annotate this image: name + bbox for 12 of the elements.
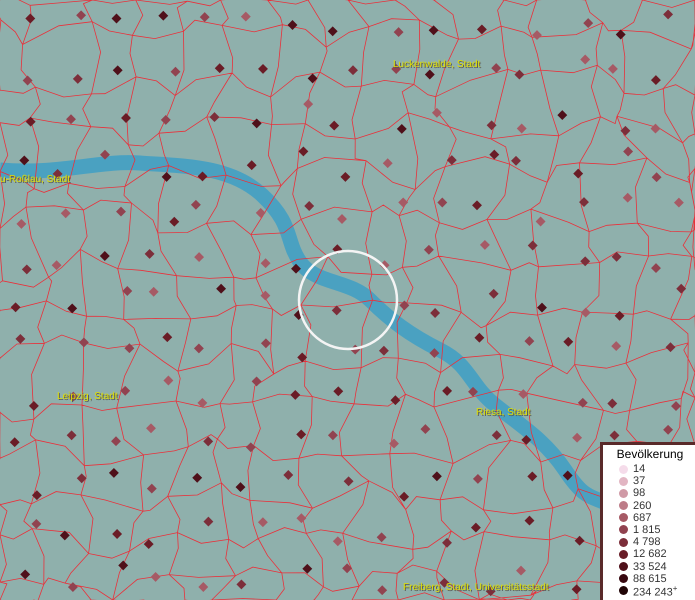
legend-label: 12 682 <box>633 548 667 560</box>
legend-label: 14 <box>633 463 646 476</box>
legend-label: 260 <box>633 500 652 512</box>
legend-label: 234 243$^{+}$ <box>633 584 678 598</box>
legend-label: 4 798 <box>633 536 661 548</box>
legend-label: 98 <box>633 487 646 500</box>
legend-label: 687 <box>633 512 652 524</box>
legend-title: Bevölkerung <box>616 446 684 461</box>
legend-label: 88 615 <box>633 572 667 585</box>
legend-label: 1 815 <box>633 524 661 536</box>
legend-label: 37 <box>633 475 646 488</box>
legend-label: 33 524 <box>633 560 667 573</box>
